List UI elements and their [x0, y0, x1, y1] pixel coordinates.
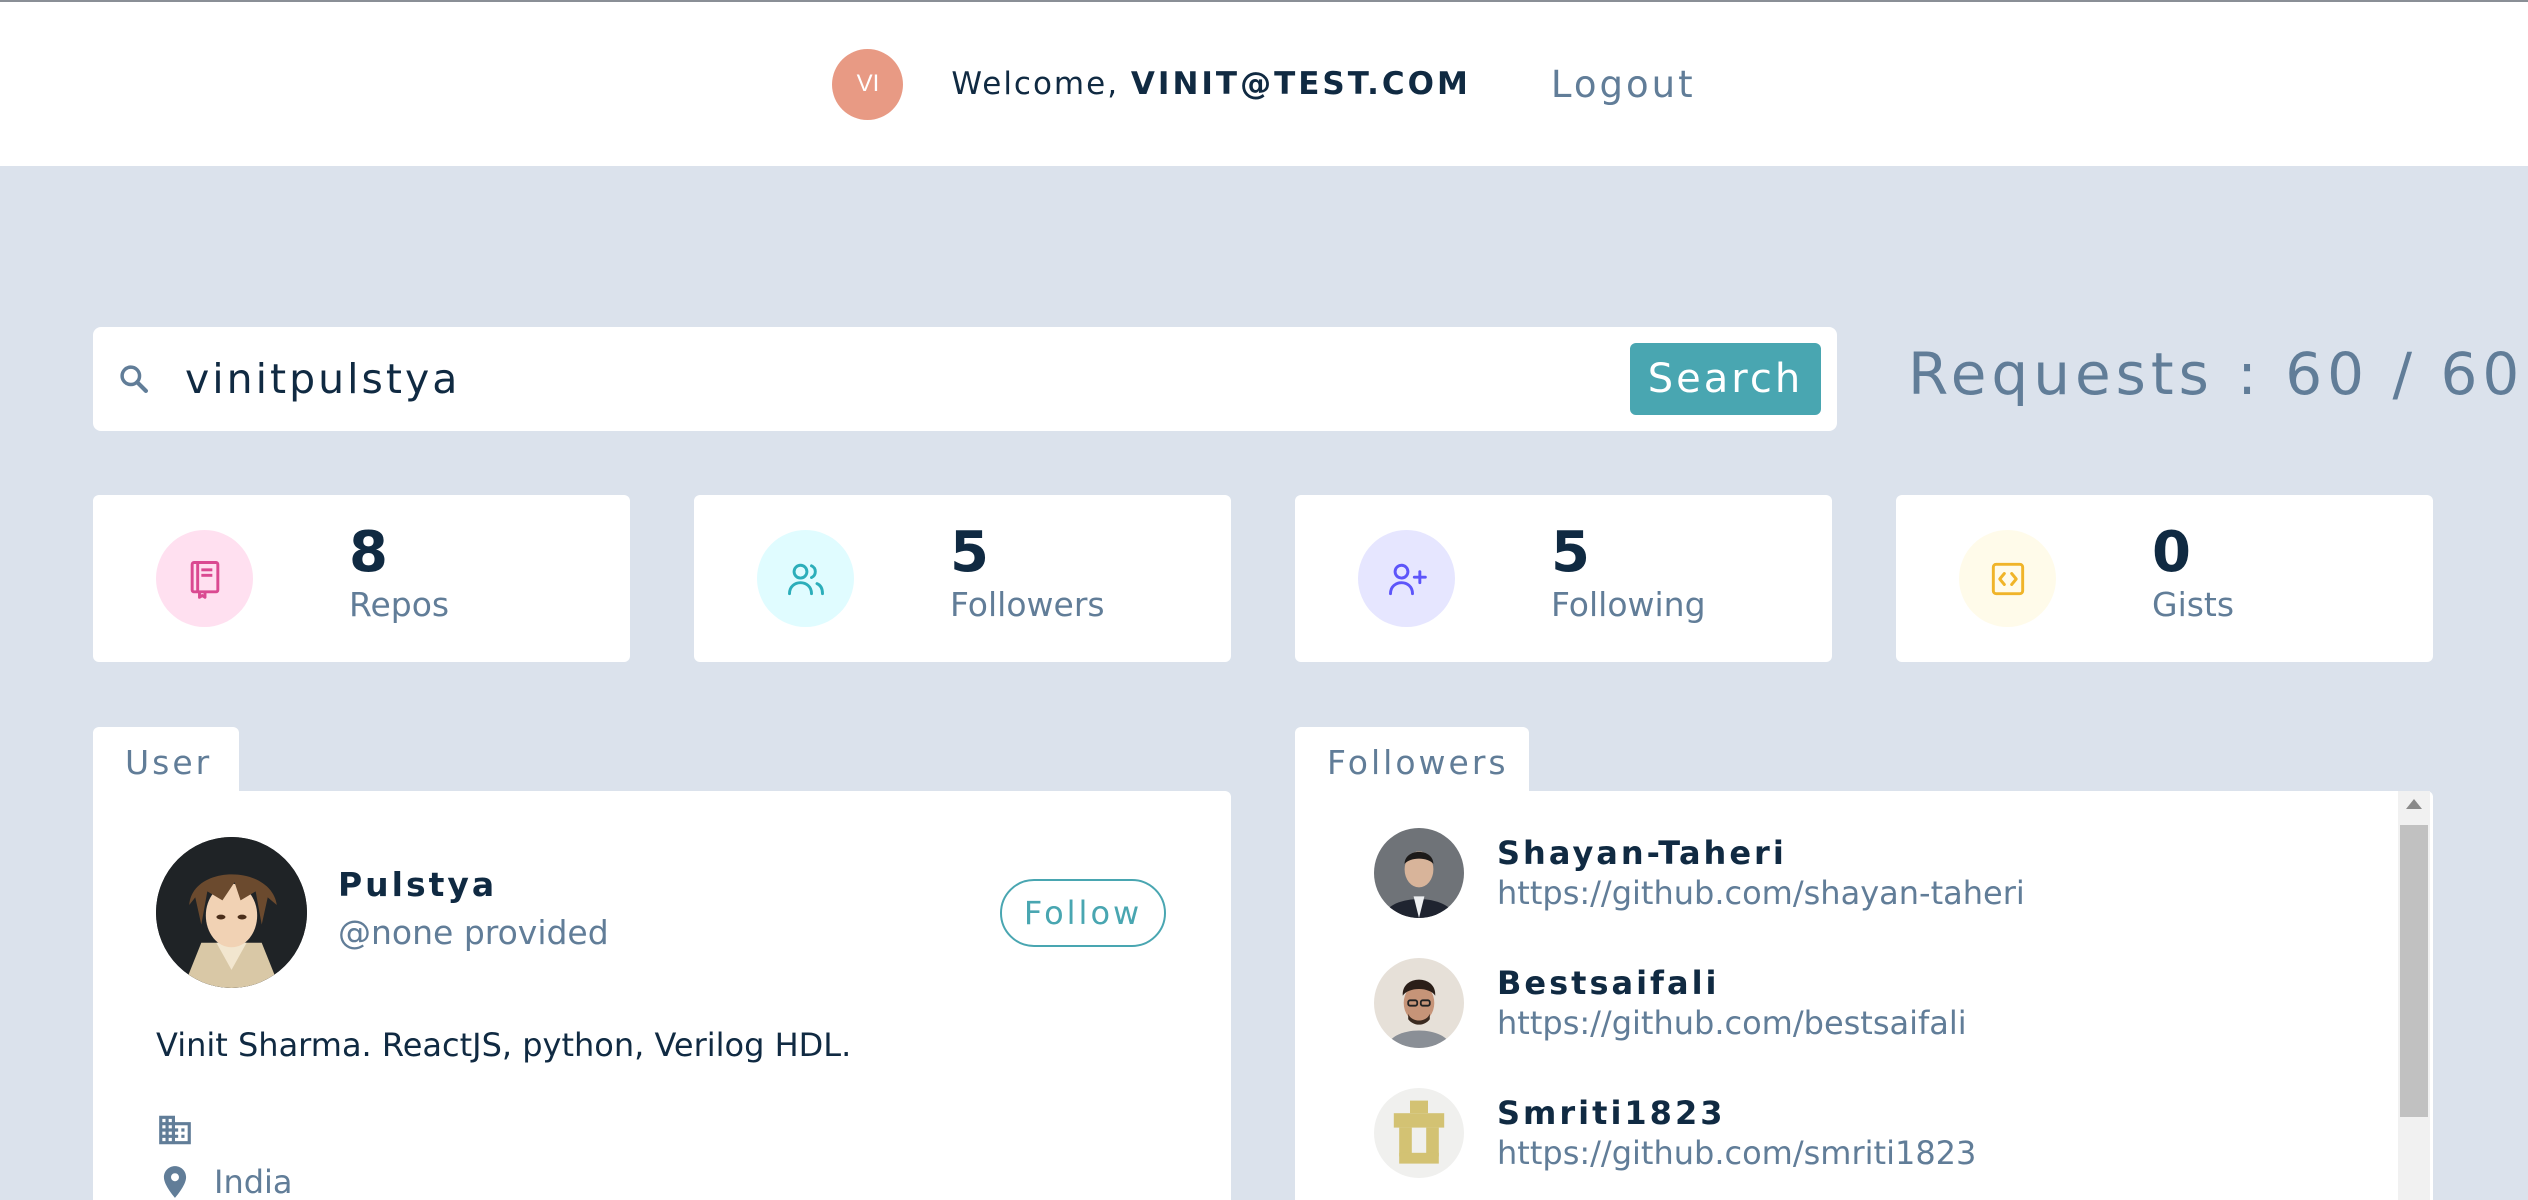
follower-name: Bestsaifali [1497, 964, 1720, 1002]
users-icon [757, 530, 854, 627]
list-item: Shayan-Taheri https://github.com/shayan-… [1374, 828, 2374, 918]
follower-name: Smriti1823 [1497, 1094, 1726, 1132]
follow-button[interactable]: Follow [1000, 879, 1166, 947]
avatar [156, 837, 307, 988]
navbar: VI Welcome, VINIT@TEST.COM Logout [0, 0, 2528, 166]
search-button[interactable]: Search [1630, 343, 1821, 415]
followers-list: Shayan-Taheri https://github.com/shayan-… [1295, 791, 2433, 1200]
tab-user: User [93, 727, 239, 797]
user-plus-icon [1358, 530, 1455, 627]
stat-label: Repos [349, 585, 450, 624]
stat-label: Gists [2152, 585, 2235, 624]
user-bio: Vinit Sharma. ReactJS, python, Verilog H… [156, 1026, 852, 1064]
follower-name: Shayan-Taheri [1497, 834, 1787, 872]
stat-value: 5 [950, 520, 989, 585]
stat-card-repos: 8 Repos [93, 495, 630, 662]
user-email: VINIT@TEST.COM [1130, 66, 1471, 102]
repo-book-icon [156, 530, 253, 627]
location-pin-icon [163, 1166, 187, 1198]
list-item: Smriti1823 https://github.com/smriti1823 [1374, 1088, 2374, 1178]
stat-label: Followers [950, 585, 1105, 624]
user-card: Pulstya @none provided Follow Vinit Shar… [93, 791, 1231, 1200]
scroll-up-arrow-icon[interactable] [2406, 799, 2422, 809]
avatar [1374, 1088, 1464, 1178]
code-icon [1959, 530, 2056, 627]
search-form: Search [93, 327, 1837, 431]
follower-link[interactable]: https://github.com/smriti1823 [1497, 1134, 1976, 1172]
stat-value: 8 [349, 520, 388, 585]
requests-counter: Requests : 60 / 60 [1908, 340, 2525, 408]
avatar [1374, 958, 1464, 1048]
followers-scrollbar[interactable] [2398, 791, 2430, 1200]
list-item: Bestsaifali https://github.com/bestsaifa… [1374, 958, 2374, 1048]
company-building-icon [159, 1115, 191, 1145]
stat-value: 5 [1551, 520, 1590, 585]
user-name: Pulstya [338, 865, 498, 904]
navbar-inner: VI Welcome, VINIT@TEST.COM Logout [832, 48, 1696, 120]
tab-followers: Followers [1295, 727, 1529, 797]
stat-label: Following [1551, 585, 1706, 624]
stat-card-gists: 0 Gists [1896, 495, 2433, 662]
scrollbar-thumb[interactable] [2400, 825, 2428, 1117]
welcome-prefix: Welcome, [951, 66, 1131, 102]
stat-value: 0 [2152, 520, 2191, 585]
user-handle: @none provided [338, 913, 609, 952]
logout-button[interactable]: Logout [1551, 63, 1696, 106]
search-input[interactable] [185, 343, 1685, 415]
follower-link[interactable]: https://github.com/bestsaifali [1497, 1004, 1967, 1042]
follower-link[interactable]: https://github.com/shayan-taheri [1497, 874, 2025, 912]
avatar: VI [832, 48, 904, 120]
welcome-message: Welcome, VINIT@TEST.COM [951, 66, 1470, 102]
avatar [1374, 828, 1464, 918]
stat-card-following: 5 Following [1295, 495, 1832, 662]
search-icon [120, 365, 148, 393]
stat-card-followers: 5 Followers [694, 495, 1231, 662]
user-location: India [214, 1163, 293, 1200]
location-row: India [156, 1163, 293, 1200]
